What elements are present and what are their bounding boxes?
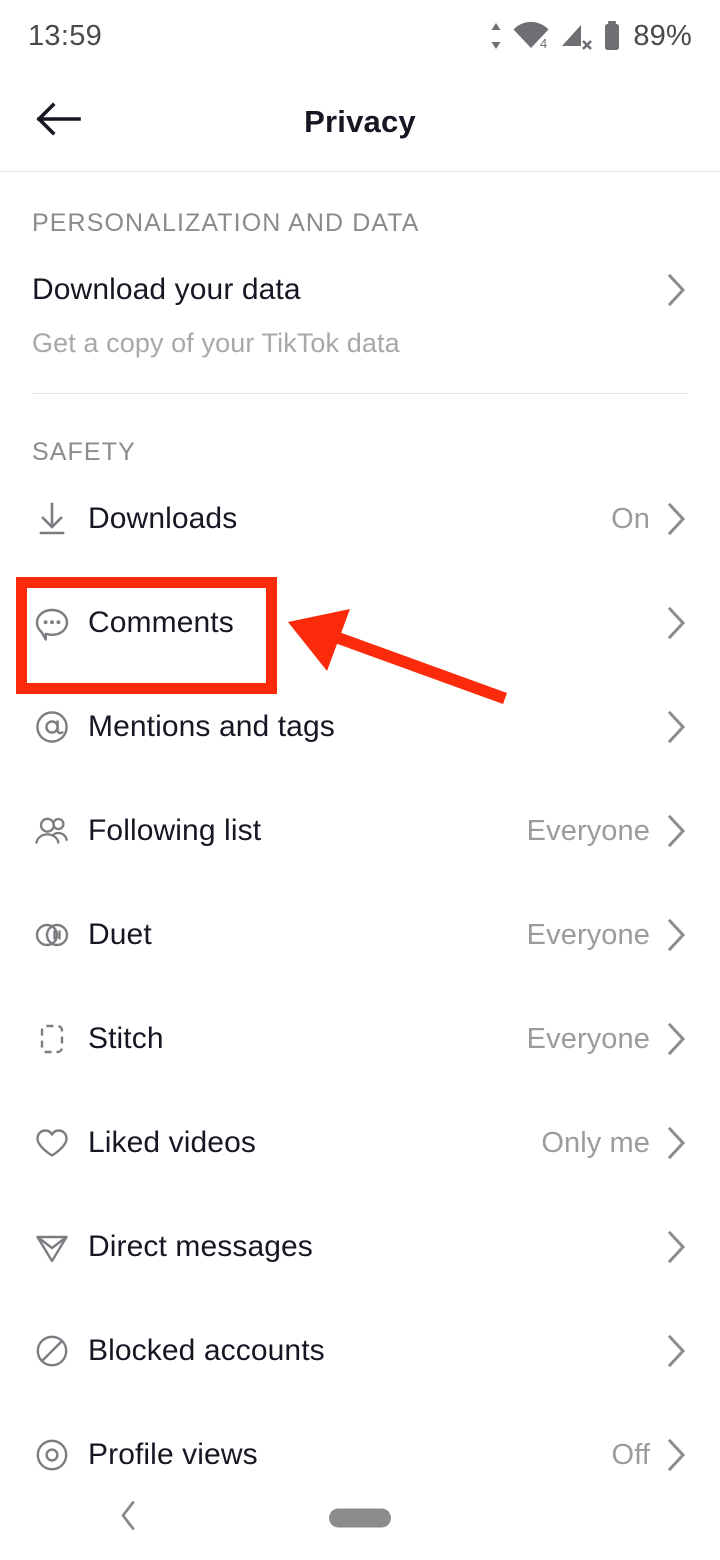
- row-duet[interactable]: Duet Everyone: [0, 883, 720, 987]
- row-download-your-data[interactable]: Download your data: [0, 238, 720, 342]
- battery-icon: [602, 20, 622, 52]
- back-arrow-icon: [35, 102, 81, 141]
- duet-circles-icon: [32, 915, 88, 955]
- nav-back-button[interactable]: [118, 1499, 138, 1536]
- block-circle-icon: [32, 1331, 88, 1371]
- comment-bubble-icon: [32, 603, 88, 643]
- row-comments[interactable]: Comments: [0, 571, 720, 675]
- status-time: 13:59: [28, 19, 103, 52]
- row-label: Blocked accounts: [88, 1334, 325, 1367]
- android-navigation-bar: [0, 1475, 720, 1560]
- chevron-right-icon: [666, 1022, 688, 1056]
- row-value: Off: [611, 1438, 650, 1471]
- battery-percent: 89%: [633, 19, 692, 52]
- chevron-right-icon: [666, 1230, 688, 1264]
- row-value: On: [611, 502, 650, 535]
- row-downloads[interactable]: Downloads On: [0, 467, 720, 571]
- people-icon: [32, 811, 88, 851]
- chevron-right-icon: [666, 502, 688, 536]
- row-value: Everyone: [526, 918, 650, 951]
- row-label: Profile views: [88, 1438, 258, 1471]
- chevron-right-icon: [666, 273, 688, 307]
- chevron-right-icon: [666, 1126, 688, 1160]
- eye-circle-icon: [32, 1435, 88, 1475]
- chevron-right-icon: [666, 1334, 688, 1368]
- app-header: Privacy: [0, 72, 720, 172]
- row-mentions-and-tags[interactable]: Mentions and tags: [0, 675, 720, 779]
- row-label: Liked videos: [88, 1126, 256, 1159]
- wifi-icon: 4: [512, 21, 550, 51]
- status-bar: 13:59 4 89%: [0, 0, 720, 72]
- row-label: Duet: [88, 918, 152, 951]
- row-direct-messages[interactable]: Direct messages: [0, 1195, 720, 1299]
- row-blocked-accounts[interactable]: Blocked accounts: [0, 1299, 720, 1403]
- row-label: Stitch: [88, 1022, 164, 1055]
- row-label: Following list: [88, 814, 262, 847]
- nav-back-chevron-icon: [118, 1500, 138, 1535]
- row-value: Everyone: [526, 1022, 650, 1055]
- svg-text:4: 4: [540, 36, 547, 51]
- chevron-right-icon: [666, 918, 688, 952]
- row-label: Mentions and tags: [88, 710, 335, 743]
- row-label: Direct messages: [88, 1230, 313, 1263]
- back-button[interactable]: [28, 92, 88, 152]
- row-liked-videos[interactable]: Liked videos Only me: [0, 1091, 720, 1195]
- at-mention-icon: [32, 707, 88, 747]
- row-profile-views[interactable]: Profile views Off: [0, 1403, 720, 1475]
- section-header-personalization: PERSONALIZATION AND DATA: [32, 209, 420, 237]
- row-label: Comments: [88, 606, 234, 639]
- row-value: Only me: [541, 1126, 650, 1159]
- data-transfer-icon: [489, 21, 503, 51]
- row-label: Downloads: [88, 502, 238, 535]
- nav-home-pill-icon[interactable]: [329, 1508, 391, 1527]
- chevron-right-icon: [666, 814, 688, 848]
- row-label: Download your data: [32, 273, 301, 306]
- chevron-right-icon: [666, 1438, 688, 1472]
- row-following-list[interactable]: Following list Everyone: [0, 779, 720, 883]
- settings-list[interactable]: PERSONALIZATION AND DATA Download your d…: [0, 173, 720, 1475]
- row-value: Everyone: [526, 814, 650, 847]
- download-icon: [32, 499, 88, 539]
- send-plane-icon: [32, 1227, 88, 1267]
- privacy-settings-screen: 13:59 4 89% Privacy PERSONALIZATION AND …: [0, 0, 720, 1560]
- heart-icon: [32, 1123, 88, 1163]
- section-header-safety: SAFETY: [32, 438, 136, 466]
- chevron-right-icon: [666, 606, 688, 640]
- stitch-bracket-icon: [32, 1019, 88, 1059]
- row-stitch[interactable]: Stitch Everyone: [0, 987, 720, 1091]
- chevron-right-icon: [666, 710, 688, 744]
- cellular-signal-off-icon: [559, 21, 593, 51]
- page-title: Privacy: [304, 103, 416, 139]
- status-icons: 4 89%: [489, 20, 692, 53]
